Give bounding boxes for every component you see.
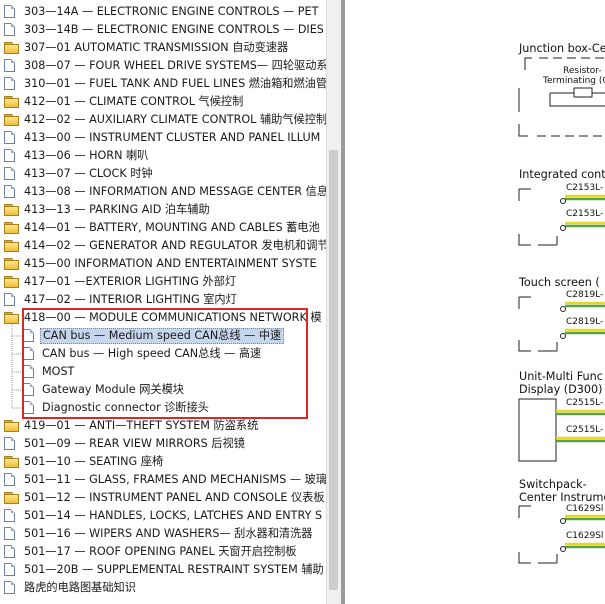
pin-label: C2819L- bbox=[566, 290, 604, 300]
switchpack-frame bbox=[518, 505, 558, 564]
tree-item-label: CAN bus — High speed CAN总线 — 高速 bbox=[42, 347, 262, 360]
tree-item-label: 417—02 — INTERIOR LIGHTING 室内灯 bbox=[24, 293, 237, 306]
tree-item-label: 501—16 — WIPERS AND WASHERS— 刮水器和清洗器 bbox=[24, 527, 313, 540]
tree-item-label: 414—01 — BATTERY, MOUNTING AND CABLES 蓄电… bbox=[24, 221, 320, 234]
document-icon bbox=[4, 545, 15, 558]
tree-item-label: 413—13 — PARKING AID 泊车辅助 bbox=[24, 203, 210, 216]
document-icon bbox=[23, 329, 34, 342]
document-icon bbox=[23, 401, 34, 414]
display-unit-box bbox=[518, 398, 557, 462]
tree-item-label: 412—02 — AUXILIARY CLIMATE CONTROL 辅助气候控… bbox=[24, 113, 326, 126]
diagram-title-junction-box: Junction box-Ce bbox=[519, 42, 605, 55]
pin-label: C2819L- bbox=[566, 317, 604, 327]
tree-item-label: Gateway Module 网关模块 bbox=[42, 383, 184, 396]
document-icon bbox=[4, 509, 15, 522]
pin-terminal bbox=[560, 225, 566, 231]
pin-label: C1629Sl bbox=[566, 531, 604, 541]
document-icon bbox=[4, 23, 15, 36]
tree-scrollbar[interactable] bbox=[326, 0, 341, 604]
tree-item-label: 501—09 — REAR VIEW MIRRORS 后视镜 bbox=[24, 437, 245, 450]
pin-terminal bbox=[560, 546, 566, 552]
tree-item-label: CAN bus — Medium speed CAN总线 — 中速 bbox=[40, 328, 285, 344]
tree-item-label: 413—00 — INSTRUMENT CLUSTER AND PANEL IL… bbox=[24, 131, 321, 144]
pin-label: C2153L- bbox=[566, 209, 604, 219]
tree-item-label: 308—07 — FOUR WHEEL DRIVE SYSTEMS— 四轮驱动系 bbox=[24, 59, 326, 72]
diagram-title-integrated-control: Integrated cont bbox=[519, 168, 605, 181]
tree-item-label: 415—00 INFORMATION AND ENTERTAINMENT SYS… bbox=[24, 257, 317, 270]
tree-item-label: 414—02 — GENERATOR AND REGULATOR 发电机和调节 bbox=[24, 239, 326, 252]
document-icon bbox=[4, 581, 15, 594]
diagram-title-switchpack: Switchpack- bbox=[519, 478, 587, 491]
tree-item-label: 501—10 — SEATING 座椅 bbox=[24, 455, 164, 468]
folder-icon bbox=[4, 258, 19, 270]
folder-icon bbox=[4, 420, 19, 432]
document-icon bbox=[4, 131, 15, 144]
folder-icon bbox=[4, 276, 19, 288]
tree-item-label: 419—01 — ANTI—THEFT SYSTEM 防盗系统 bbox=[24, 419, 259, 432]
tree-item-label: 303—14A — ELECTRONIC ENGINE CONTROLS — P… bbox=[24, 5, 319, 18]
folder-icon bbox=[4, 240, 19, 252]
pin-terminal bbox=[560, 333, 566, 339]
tree-item-label: Diagnostic connector 诊断接头 bbox=[42, 401, 209, 414]
document-icon bbox=[4, 473, 15, 486]
document-icon bbox=[23, 383, 34, 396]
diagram-title-multi-function-unit: Unit-Multi Func bbox=[519, 370, 603, 383]
tree-item-label: 412—01 — CLIMATE CONTROL 气候控制 bbox=[24, 95, 244, 108]
tree-item-label: 303—14B — ELECTRONIC ENGINE CONTROLS — D… bbox=[24, 23, 324, 36]
diagram-title-center-instrument: Center Instrume bbox=[519, 491, 605, 504]
tree-item-label: 418—00 — MODULE COMMUNICATIONS NETWORK 模 bbox=[24, 311, 322, 324]
folder-icon bbox=[4, 114, 19, 126]
folder-icon bbox=[4, 204, 19, 216]
folder-icon bbox=[4, 42, 19, 54]
diagram-title-touch-screen: Touch screen ( bbox=[519, 276, 600, 289]
document-icon bbox=[23, 365, 34, 378]
tree-item-label: 413—06 — HORN 喇叭 bbox=[24, 149, 149, 162]
pin-label: C2515L- bbox=[566, 425, 604, 435]
tree-item-label: 501—20B — SUPPLEMENTAL RESTRAINT SYSTEM … bbox=[24, 563, 324, 576]
folder-icon bbox=[4, 222, 19, 234]
document-icon bbox=[4, 185, 15, 198]
tree-item-label: 413—08 — INFORMATION AND MESSAGE CENTER … bbox=[24, 185, 326, 198]
tree-item-label: 501—11 — GLASS, FRAMES AND MECHANISMS — … bbox=[24, 473, 326, 486]
document-icon bbox=[4, 293, 15, 306]
scrollbar-thumb[interactable] bbox=[329, 150, 338, 590]
pin-label: C1629Sl bbox=[566, 504, 604, 514]
tree-item-label: 501—14 — HANDLES, LOCKS, LATCHES AND ENT… bbox=[24, 509, 323, 522]
pin-label: C2153L- bbox=[566, 183, 604, 193]
document-icon bbox=[4, 437, 15, 450]
document-icon bbox=[4, 59, 15, 72]
document-icon bbox=[4, 149, 15, 162]
wiring-diagram-pane: Junction box-Ce Resistor- Terminating (G… bbox=[345, 0, 605, 604]
folder-open-icon bbox=[4, 312, 19, 324]
document-icon bbox=[23, 347, 34, 360]
diagram-title-multi-function-display: Display (D300) bbox=[519, 383, 603, 396]
diagram-subtitle-resistor: Resistor- bbox=[563, 66, 602, 76]
tree-item-label: 413—07 — CLOCK 时钟 bbox=[24, 167, 153, 180]
pin-terminal bbox=[560, 306, 566, 312]
tree-item-label: 310—01 — FUEL TANK AND FUEL LINES 燃油箱和燃油… bbox=[24, 77, 326, 90]
folder-icon bbox=[4, 96, 19, 108]
tree-item-label: 417—01 —EXTERIOR LIGHTING 外部灯 bbox=[24, 275, 237, 288]
pin-terminal bbox=[560, 198, 566, 204]
folder-icon bbox=[4, 456, 19, 468]
tree-view[interactable]: 303—14A — ELECTRONIC ENGINE CONTROLS — P… bbox=[0, 0, 326, 604]
document-icon bbox=[4, 167, 15, 180]
document-icon bbox=[4, 563, 15, 576]
pin-terminal bbox=[560, 518, 566, 524]
tree-item-label: 路虎的电路图基础知识 bbox=[24, 581, 136, 594]
tree-item-label: 307—01 AUTOMATIC TRANSMISSION 自动变速器 bbox=[24, 41, 289, 54]
document-icon bbox=[4, 77, 15, 90]
touch-screen-frame bbox=[518, 296, 558, 352]
tree-item-label: 501—17 — ROOF OPENING PANEL 天窗开启控制板 bbox=[24, 545, 297, 558]
folder-icon bbox=[4, 492, 19, 504]
terminating-resistor bbox=[549, 87, 605, 107]
tree-item-label: 501—12 — INSTRUMENT PANEL AND CONSOLE 仪表… bbox=[24, 491, 325, 504]
integrated-control-frame bbox=[518, 188, 558, 246]
document-icon bbox=[4, 5, 15, 18]
tree-item-label: MOST bbox=[42, 365, 75, 378]
diagram-subtitle-terminating: Terminating (G bbox=[543, 76, 605, 86]
document-icon bbox=[4, 527, 15, 540]
pin-label: C2515L- bbox=[566, 398, 604, 408]
